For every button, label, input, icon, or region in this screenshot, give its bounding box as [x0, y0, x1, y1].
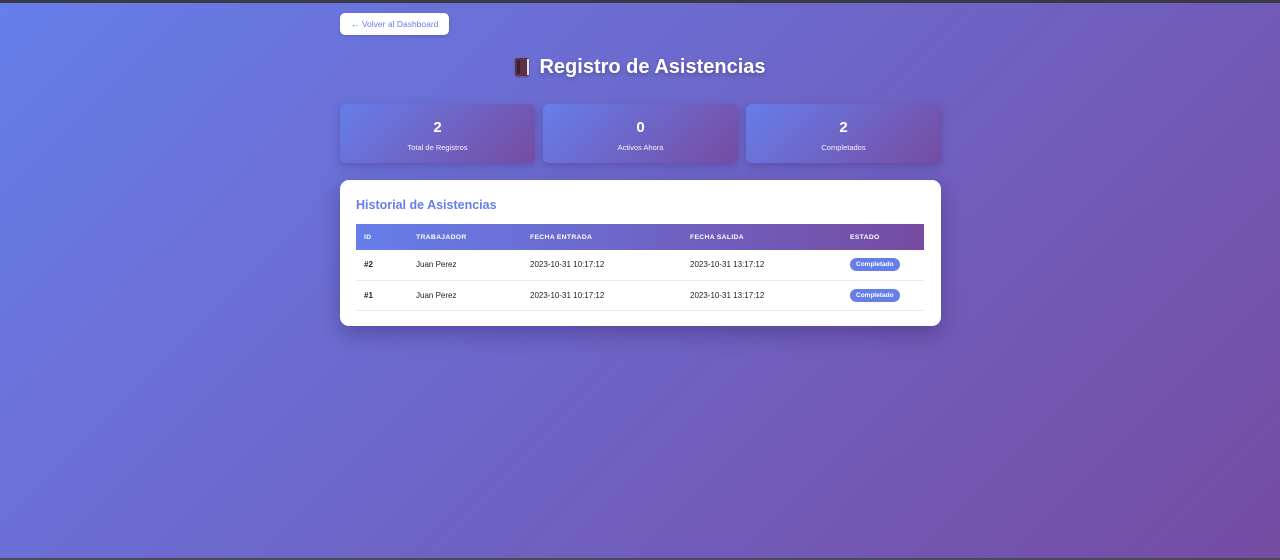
stat-total-label: Total de Registros	[407, 143, 468, 152]
stat-card-total: 2 Total de Registros	[340, 104, 535, 163]
stat-active-value: 0	[636, 119, 645, 136]
column-header-status: ESTADO	[850, 233, 880, 241]
row-worker: Juan Perez	[416, 260, 457, 270]
row-exit-date: 2023-10-31 13:17:12	[690, 290, 765, 300]
stat-total-value: 2	[433, 119, 442, 136]
status-badge: Completado	[850, 258, 900, 272]
column-header-id: ID	[364, 233, 372, 241]
column-header-worker: TRABAJADOR	[416, 233, 467, 241]
stats-row: 2 Total de Registros 0 Activos Ahora 2 C…	[340, 104, 941, 163]
attendance-table: ID TRABAJADOR FECHA ENTRADA FECHA SALIDA…	[356, 224, 924, 311]
back-to-dashboard-button[interactable]: ← Volver al Dashboard	[340, 13, 450, 35]
column-header-entry: FECHA ENTRADA	[530, 233, 593, 241]
row-id: #2	[364, 260, 373, 270]
book-icon	[515, 58, 530, 76]
page-title-text: Registro de Asistencias	[539, 55, 766, 78]
window-top-border	[0, 0, 1280, 3]
stat-active-label: Activos Ahora	[617, 143, 664, 152]
row-entry-date: 2023-10-31 10:17:12	[530, 290, 605, 300]
table-header-row: ID TRABAJADOR FECHA ENTRADA FECHA SALIDA…	[356, 224, 924, 250]
status-badge: Completado	[850, 288, 900, 302]
column-header-exit: FECHA SALIDA	[690, 233, 744, 241]
history-panel: Historial de Asistencias ID TRABAJADOR F…	[340, 180, 941, 326]
row-entry-date: 2023-10-31 10:17:12	[530, 260, 605, 270]
page-title: Registro de Asistencias	[340, 53, 941, 81]
row-worker: Juan Perez	[416, 290, 457, 300]
row-status: Completado	[842, 280, 924, 310]
row-exit-date: 2023-10-31 13:17:12	[690, 260, 765, 270]
table-row: #1 Juan Perez 2023-10-31 10:17:12 2023-1…	[356, 280, 924, 310]
stat-completed-value: 2	[839, 119, 848, 136]
stat-card-active: 0 Activos Ahora	[543, 104, 738, 163]
history-title: Historial de Asistencias	[356, 198, 497, 212]
row-status: Completado	[842, 250, 924, 280]
stat-completed-label: Completados	[821, 143, 866, 152]
stat-card-completed: 2 Completados	[746, 104, 941, 163]
table-row: #2 Juan Perez 2023-10-31 10:17:12 2023-1…	[356, 250, 924, 280]
row-id: #1	[364, 290, 373, 300]
page-container: ← Volver al Dashboard Registro de Asiste…	[340, 13, 941, 326]
